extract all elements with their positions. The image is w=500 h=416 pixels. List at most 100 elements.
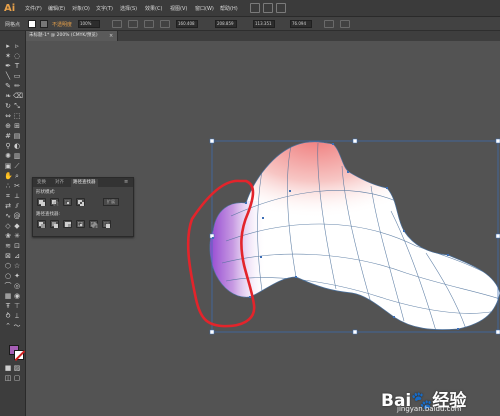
color-mode-icon[interactable]: ■ [4,365,12,372]
arc-tool-icon[interactable]: ⌒ [4,283,12,290]
vertical-type-tool-icon[interactable]: ⟘ [13,313,21,320]
fill-swatch-control[interactable] [28,20,36,28]
x-field[interactable]: 160.408 [176,20,198,28]
rectangle-tool-icon[interactable]: ▭ [13,73,21,80]
wrinkle-tool-icon[interactable]: ≋ [4,243,12,250]
knife-tool-icon[interactable]: ⟂ [13,193,21,200]
crop-tool-icon[interactable]: ⌗ [4,193,12,200]
touch-type-tool-icon[interactable]: Ŧ [4,303,12,310]
artboard-tool-icon[interactable]: ▣ [4,163,12,170]
expand-button[interactable]: 扩展 [103,198,119,206]
reflect-tool-icon[interactable]: ⇄ [4,203,12,210]
menu-select[interactable]: 选择(S) [120,5,137,12]
menu-view[interactable]: 视图(V) [170,5,187,12]
smooth-tool-icon[interactable]: 〜 [13,323,21,330]
document-tab[interactable]: 未标题-1* @ 200% (CMYK/预览) × [26,31,118,41]
blob-brush-tool-icon[interactable]: ❧ [4,93,12,100]
bridge-icon[interactable] [250,3,260,13]
y-field[interactable]: 208.859 [215,20,237,28]
h-field[interactable]: 76.094 [290,20,312,28]
menu-type[interactable]: 文字(T) [96,5,113,12]
type-tool-icon[interactable]: T [13,63,21,70]
menu-file[interactable]: 文件(F) [25,5,42,12]
hand-tool-icon[interactable]: ✋ [4,173,13,180]
eraser-tool-icon[interactable]: ⌫ [13,93,23,100]
mesh-tool-icon[interactable]: # [4,133,12,140]
bloat-tool-icon[interactable]: ◆ [13,223,21,230]
blend-tool-icon[interactable]: ◐ [13,143,21,150]
polygon-tool-icon[interactable]: ⬡ [4,263,12,270]
shape-builder-tool-icon[interactable]: ⊕ [4,123,12,130]
perspective-grid-tool-icon[interactable]: ⊞ [13,123,21,130]
tab-pathfinder[interactable]: 路径查找器 [71,179,98,187]
menu-edit[interactable]: 编辑(E) [48,5,65,12]
merge-button[interactable] [63,220,72,228]
arrange-icon[interactable] [276,3,286,13]
outline-button[interactable] [89,220,98,228]
scale-tool-icon[interactable]: ⤡ [13,103,21,110]
direct-selection-tool-icon[interactable]: ▹ [13,43,21,50]
warp-tool-icon[interactable]: ∿ [4,213,12,220]
paintbrush-tool-icon[interactable]: ✎ [4,83,12,90]
flare-tool-icon[interactable]: ✦ [13,273,21,280]
symbol-sprayer-tool-icon[interactable]: ✺ [4,153,12,160]
gradient-tool-icon[interactable]: ▤ [13,133,21,140]
exclude-button[interactable] [76,198,85,206]
live-paint-tool-icon[interactable]: ⊡ [13,243,21,250]
free-transform-tool-icon[interactable]: ⬚ [13,113,21,120]
polar-grid-tool-icon[interactable]: ◉ [13,293,21,300]
shear-tool-icon[interactable]: ⫽ [13,203,21,210]
live-paint-selection-tool-icon[interactable]: ⊠ [4,253,12,260]
align-icon[interactable] [144,20,154,28]
unite-button[interactable] [37,198,46,206]
stroke-color-swatch[interactable] [14,350,24,360]
close-icon[interactable]: × [109,31,113,41]
pen-tool-icon[interactable]: ✒ [4,63,12,70]
transform-icon[interactable] [160,20,170,28]
tab-align[interactable]: 对齐 [53,179,66,187]
ellipse-tool-icon[interactable]: ○ [4,273,12,280]
scissors-tool-icon[interactable]: ✂ [13,183,21,190]
twirl-tool-icon[interactable]: @ [13,213,21,220]
tab-transform[interactable]: 变换 [35,179,48,187]
recolor-icon[interactable] [112,20,122,28]
stroke-swatch-control[interactable] [40,20,48,28]
pencil-tool-icon[interactable]: ✏ [13,83,21,90]
star-tool-icon[interactable]: ☆ [13,263,21,270]
magic-wand-tool-icon[interactable]: ✶ [4,53,12,60]
intersect-button[interactable] [63,198,72,206]
panel-menu-icon[interactable]: ≡ [124,179,128,185]
menu-window[interactable]: 窗口(W) [195,5,214,12]
menu-help[interactable]: 帮助(H) [220,5,238,12]
lasso-tool-icon[interactable]: ◌ [13,53,21,60]
trim-button[interactable] [50,220,59,228]
scallop-tool-icon[interactable]: ❀ [4,233,12,240]
crystallize-tool-icon[interactable]: ✳ [13,233,21,240]
anchor-point-tool-icon[interactable]: ⌃ [4,323,12,330]
path-type-tool-icon[interactable]: ⥁ [4,313,12,320]
divide-button[interactable] [37,220,46,228]
opacity-field[interactable]: 100% [78,20,100,28]
measure-tool-icon[interactable]: ⊿ [13,253,21,260]
style-icon[interactable] [128,20,138,28]
constrain-icon[interactable] [324,20,334,28]
minus-back-button[interactable] [102,220,111,228]
crop-button[interactable] [76,220,85,228]
screen-mode-icon[interactable]: ▢ [13,375,21,382]
eyedropper-tool-icon[interactable]: ⚲ [4,143,12,150]
gradient-mode-icon[interactable]: ▨ [13,365,21,372]
stock-icon[interactable] [263,3,273,13]
area-type-tool-icon[interactable]: ⊤ [13,303,21,310]
sprayer-tool-icon[interactable]: ∴ [4,183,12,190]
draw-mode-icon[interactable]: ◫ [4,375,12,382]
grid-tool-icon[interactable]: ▦ [4,293,12,300]
rotate-tool-icon[interactable]: ↻ [4,103,12,110]
minus-front-button[interactable] [50,198,59,206]
opacity-link[interactable]: 不透明度 [52,21,72,28]
spiral-tool-icon[interactable]: ◎ [13,283,21,290]
menu-object[interactable]: 对象(O) [72,5,90,12]
w-field[interactable]: 113.351 [253,20,275,28]
menu-effect[interactable]: 效果(C) [145,5,162,12]
zoom-tool-icon[interactable]: ⌕ [13,173,21,180]
menu-icon[interactable] [340,20,350,28]
